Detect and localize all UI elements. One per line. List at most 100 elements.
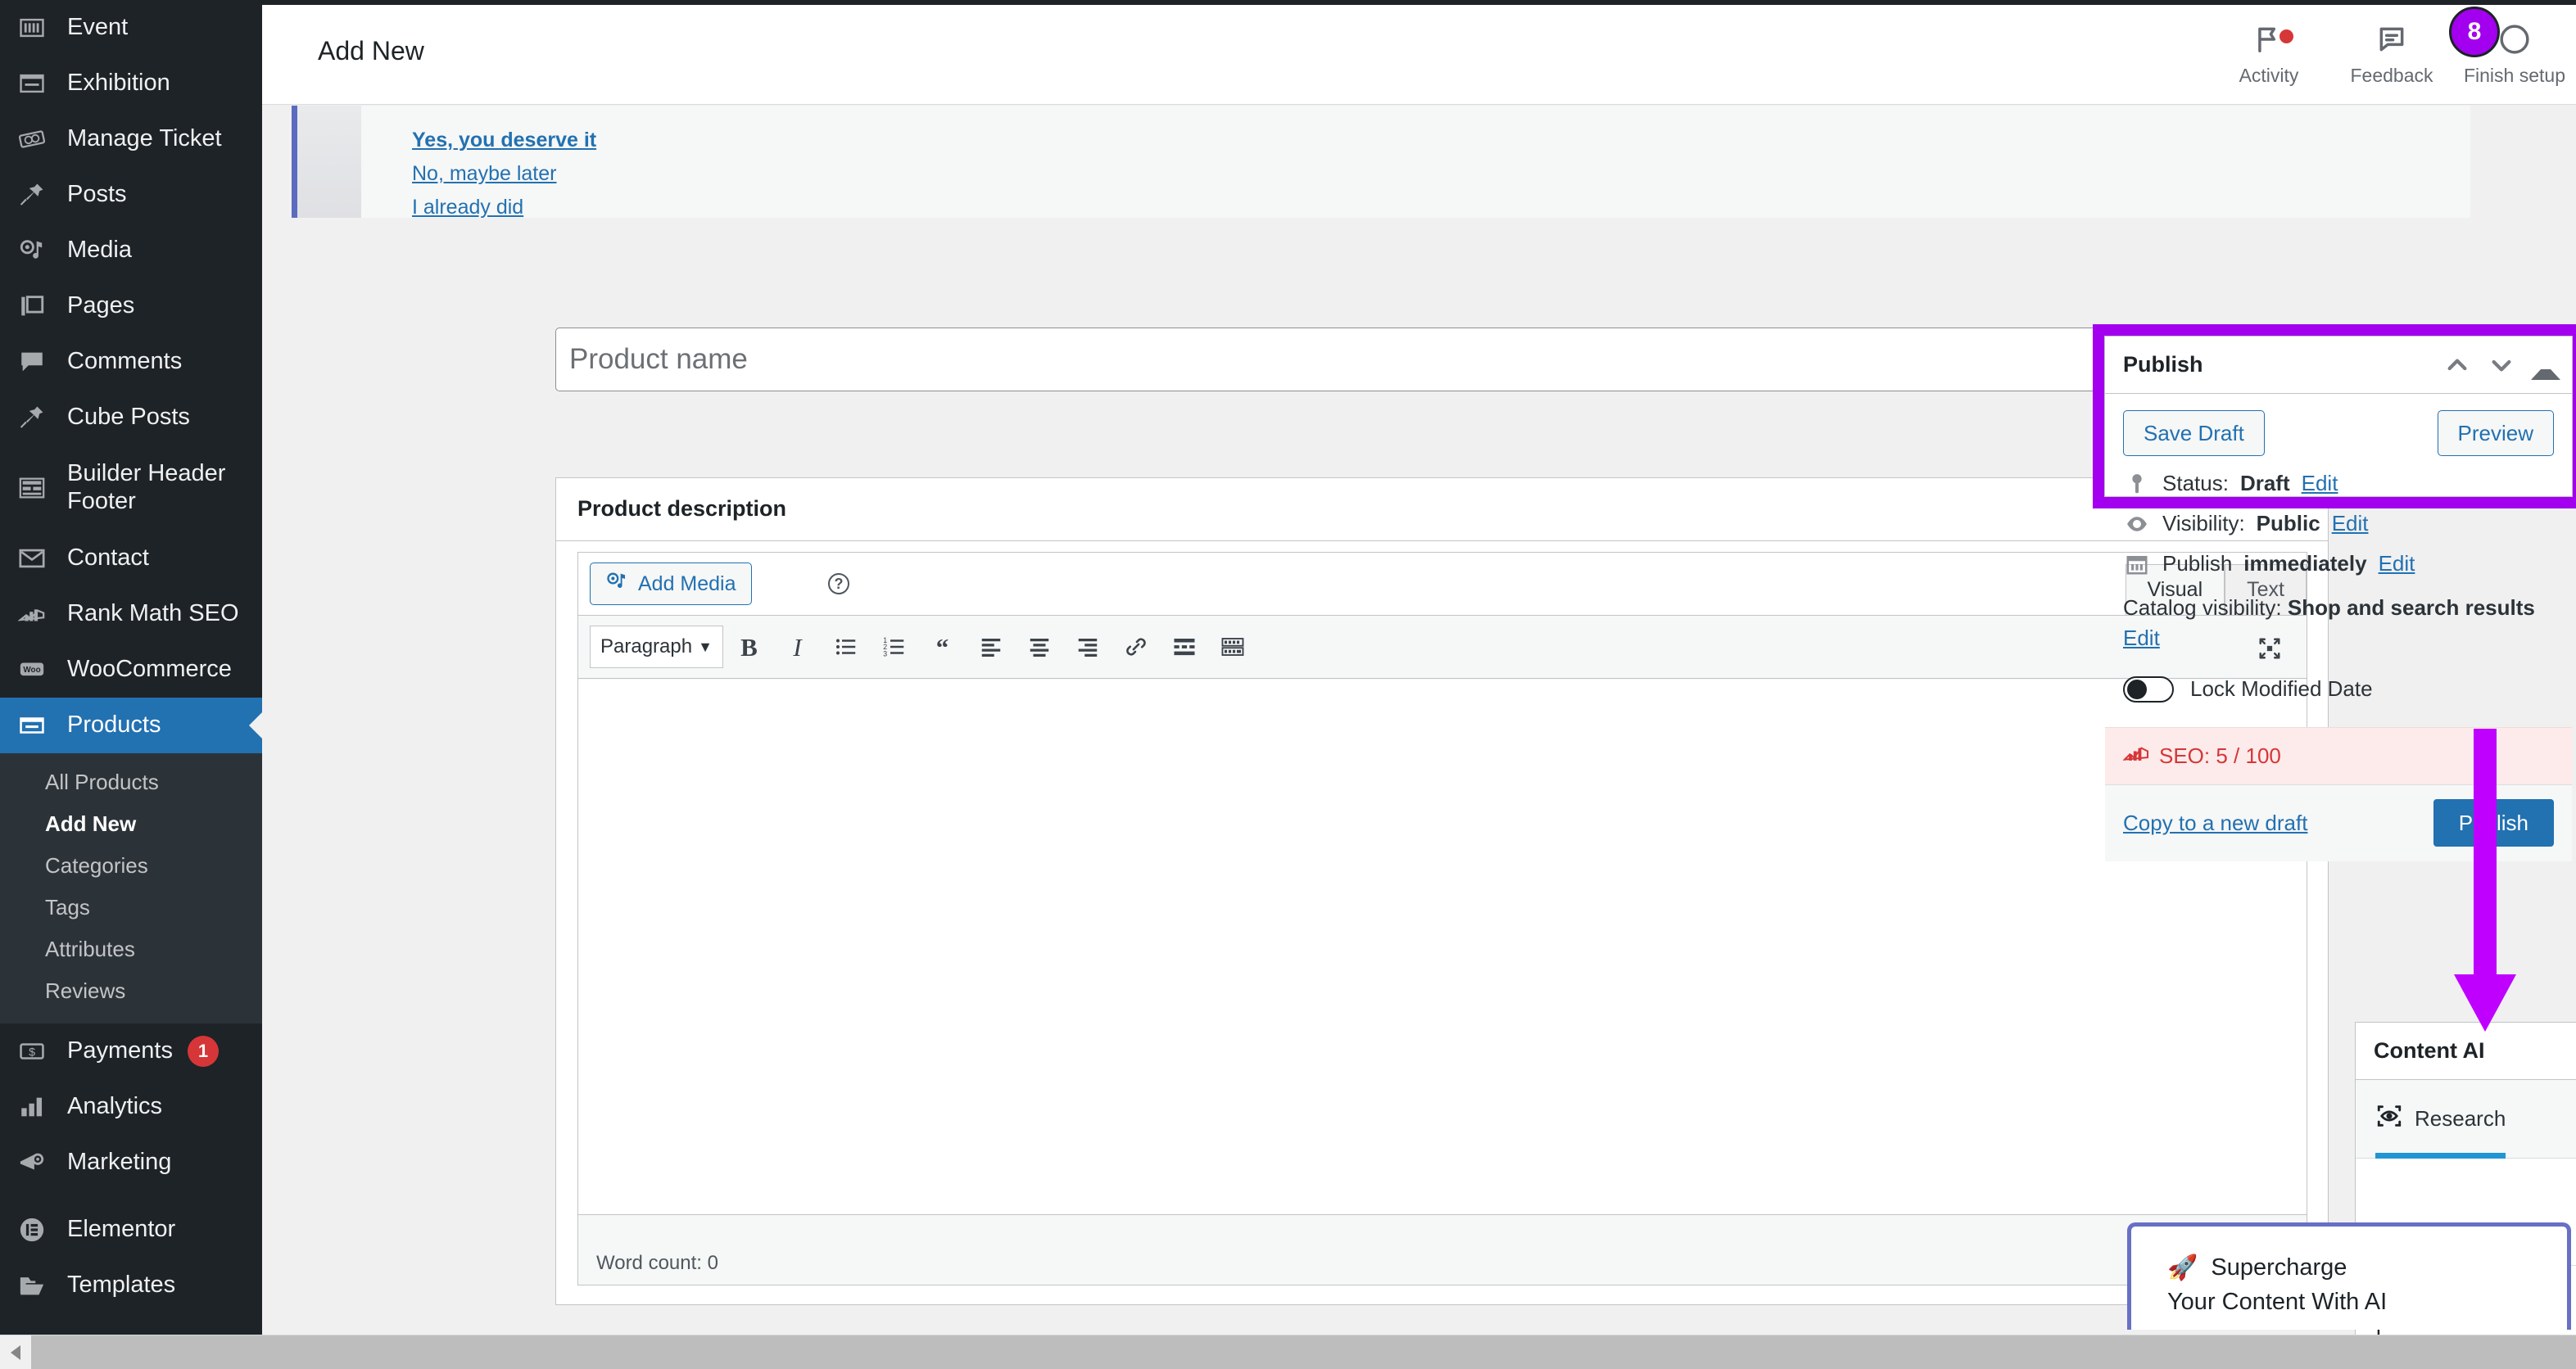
submenu-item-attributes[interactable]: Attributes [0,928,262,970]
publish-date-row: Publish immediately Edit [2123,551,2554,576]
pin-status-icon [2123,472,2151,496]
save-draft-button[interactable]: Save Draft [2123,410,2265,456]
sidebar-item-contact[interactable]: Contact [0,531,262,586]
sidebar-item-event[interactable]: Event [0,0,262,56]
finish-setup-badge[interactable]: 8 [2449,7,2500,57]
numbered-list-icon[interactable]: 123 [871,625,917,670]
sidebar-item-media[interactable]: Media [0,223,262,278]
post-body-left [555,328,2329,391]
move-down-icon[interactable] [2487,350,2516,380]
sidebar-item-pages[interactable]: Pages [0,278,262,334]
lock-modified-date-row: Lock Modified Date [2123,675,2554,703]
pin-icon [18,178,64,211]
scroll-left-arrow-icon[interactable] [0,1335,31,1369]
bold-icon[interactable]: B [727,625,772,670]
sidebar-item-label: WooCommerce [67,656,232,683]
bulleted-list-icon[interactable] [823,625,868,670]
submenu-item-tags[interactable]: Tags [0,887,262,928]
sidebar-item-analytics[interactable]: Analytics [0,1079,262,1135]
content-ai-tabs: Research [2356,1080,2576,1159]
visibility-value: Public [2256,511,2320,535]
align-left-icon[interactable] [968,625,1013,670]
sidebar-item-builder-header-footer[interactable]: Builder Header Footer [0,445,262,531]
sidebar-item-manage-ticket[interactable]: Manage Ticket [0,111,262,167]
copy-to-new-draft-link[interactable]: Copy to a new draft [2123,811,2307,836]
help-icon[interactable]: ? [828,573,849,594]
supercharge-line-1: 🚀 Supercharge [2167,1254,2567,1282]
publish-actions-row: Save Draft Preview [2123,410,2554,456]
svg-text:Woo: Woo [23,666,40,675]
notice-link-later[interactable]: No, maybe later [412,162,642,186]
activity-button[interactable]: Activity [2207,5,2330,105]
sidebar-item-cube-posts[interactable]: Cube Posts [0,390,262,445]
editor-content-area[interactable] [578,680,2307,1215]
preview-button[interactable]: Preview [2437,410,2554,456]
sidebar-item-label: Analytics [67,1093,163,1120]
supercharge-popup[interactable]: 🚀 Supercharge Your Content With AI [2127,1222,2571,1330]
notice-link-already-did[interactable]: I already did [412,196,642,218]
sidebar-item-marketing[interactable]: Marketing [0,1135,262,1191]
read-more-icon[interactable] [1161,625,1207,670]
link-icon[interactable] [1113,625,1158,670]
publish-button[interactable]: Publish [2433,799,2554,847]
flag-icon [2253,24,2284,60]
submenu-item-reviews[interactable]: Reviews [0,970,262,1012]
italic-icon[interactable]: I [775,625,820,670]
toolbar-toggle-icon[interactable] [1210,625,1255,670]
lock-modified-date-toggle[interactable] [2123,675,2174,703]
status-row: Status: Draft Edit [2123,471,2554,496]
speech-bubble-icon [2376,24,2407,60]
envelope-icon [18,542,64,575]
rank-math-review-notice: Bhanu Ahluwalia Co-founder of Rank Math … [292,106,2470,218]
pin-icon [18,401,64,434]
visibility-edit-link[interactable]: Edit [2332,511,2369,536]
sidebar-item-label: Pages [67,292,135,319]
tab-research[interactable]: Research [2375,1080,2506,1159]
paragraph-format-select[interactable]: Paragraph ▼ [590,626,723,668]
activity-label: Activity [2239,64,2299,86]
product-name-input[interactable] [569,343,2315,376]
svg-text:3: 3 [883,649,887,657]
sidebar-item-posts[interactable]: Posts [0,167,262,223]
add-media-button[interactable]: Add Media [590,563,752,605]
sidebar-item-rank-math-seo[interactable]: Rank Math SEO [0,586,262,642]
sidebar-item-woocommerce[interactable]: Woo WooCommerce [0,642,262,698]
product-description-heading: Product description [577,496,787,521]
calendar-icon [2123,552,2151,576]
sidebar-item-label: Manage Ticket [67,125,222,152]
page-header: Add New Activity Feedback Finish setup [262,5,2576,105]
submenu-item-add-new[interactable]: Add New [0,803,262,845]
product-name-field-wrap[interactable] [555,328,2329,391]
horizontal-scrollbar[interactable] [0,1335,2576,1369]
sidebar-item-comments[interactable]: Comments [0,334,262,390]
feedback-button[interactable]: Feedback [2330,5,2453,105]
ticket-icon [18,123,64,156]
lock-modified-date-label: Lock Modified Date [2190,676,2373,702]
align-center-icon[interactable] [1016,625,1062,670]
sidebar-item-products[interactable]: Products [0,698,262,753]
sidebar-item-exhibition[interactable]: Exhibition [0,56,262,111]
horizontal-scrollbar-thumb[interactable] [31,1335,2576,1369]
visibility-label: Visibility: [2162,511,2245,535]
sidebar-item-elementor[interactable]: Elementor [0,1202,262,1258]
folder-icon [18,1269,64,1302]
analytics-icon [18,1091,64,1123]
finish-setup-label: Finish setup [2463,64,2565,86]
sidebar-item-payments[interactable]: $ Payments 1 [0,1023,262,1079]
publish-date-edit-link[interactable]: Edit [2379,551,2415,576]
submenu-item-categories[interactable]: Categories [0,845,262,887]
notice-link-yes[interactable]: Yes, you deserve it [412,129,642,152]
blockquote-icon[interactable]: “ [920,625,965,670]
align-right-icon[interactable] [1065,625,1110,670]
status-edit-link[interactable]: Edit [2302,471,2338,496]
catalog-visibility-edit-link[interactable]: Edit [2123,626,2160,650]
product-description-box: Product description Add Media ? Visual T… [555,477,2329,1305]
move-up-icon[interactable] [2442,350,2472,380]
sidebar-item-label: Comments [67,348,183,375]
submenu-item-all-products[interactable]: All Products [0,761,262,803]
sidebar-item-templates[interactable]: Templates [0,1258,262,1313]
toggle-panel-icon[interactable] [2531,350,2560,380]
content-ai-header: Content AI [2356,1023,2576,1080]
sidebar-item-label: Cube Posts [67,404,190,431]
sidebar-item-label: Media [67,237,132,264]
